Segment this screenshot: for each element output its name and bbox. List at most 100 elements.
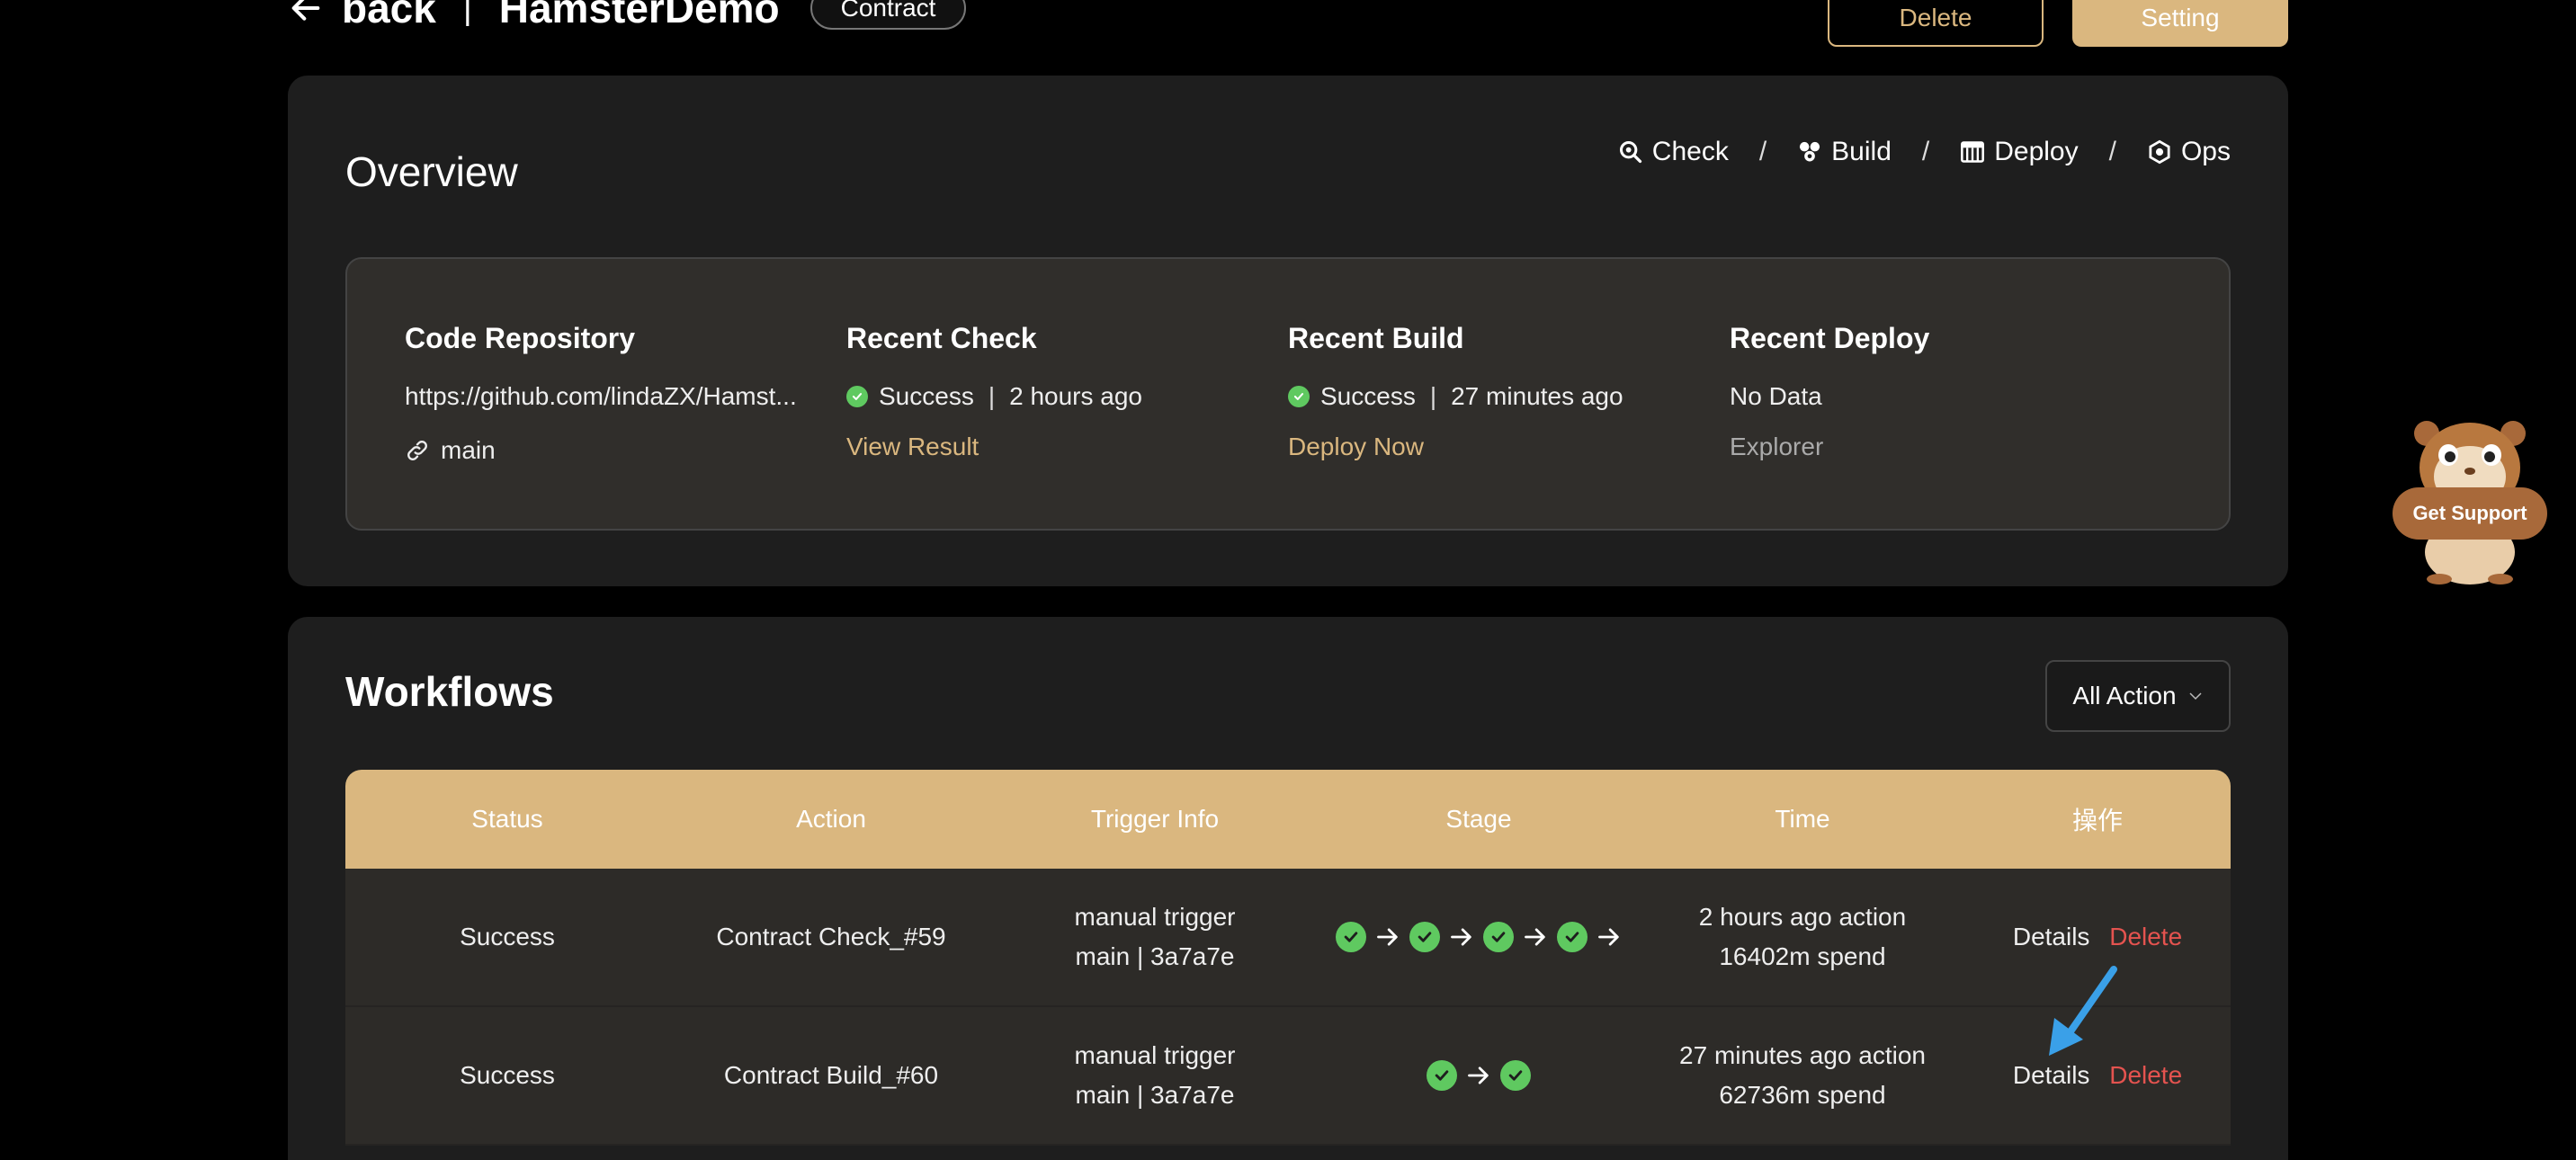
repository-branch: main [405, 433, 846, 468]
recent-check-title: Recent Check [846, 322, 1037, 354]
nav-separator: / [1921, 137, 1930, 166]
row-time: 27 minutes ago action 62736m spend [1641, 1036, 1964, 1115]
recent-deploy-status: No Data [1730, 379, 2171, 415]
project-name: HamsterDemo [498, 0, 780, 31]
delete-row-button[interactable]: Delete [2109, 923, 2182, 950]
recent-build-title: Recent Build [1288, 322, 1464, 354]
nav-ops[interactable]: Ops [2147, 137, 2231, 167]
pointer-arrow-icon [2049, 966, 2117, 1056]
nav-deploy[interactable]: Deploy [1960, 137, 2079, 167]
time-ago: 2 hours ago action [1698, 903, 1907, 931]
column-header-stage: Stage [1445, 805, 1512, 833]
stage-arrow-icon [1468, 1066, 1489, 1084]
row-time: 2 hours ago action 16402m spend [1641, 897, 1964, 977]
recent-build-time: 27 minutes ago [1451, 382, 1623, 410]
recent-deploy-status-text: No Data [1730, 382, 1822, 410]
nav-ops-label: Ops [2180, 137, 2231, 166]
column-header-operations: 操作 [2071, 807, 2123, 834]
stage-nav: Check / Build / Deploy / Ops [1618, 137, 2231, 167]
title-separator: | [462, 0, 472, 27]
row-status: Success [460, 1061, 555, 1089]
success-check-icon [846, 386, 868, 407]
stage-success-icon [1557, 922, 1588, 952]
repository-url[interactable]: https://github.com/lindaZX/Hamst... [405, 379, 846, 415]
back-arrow-icon[interactable] [288, 0, 324, 26]
back-bar: back | HamsterDemo Contract [288, 0, 967, 32]
row-action: Contract Build_#60 [723, 1061, 939, 1089]
nav-build[interactable]: Build [1797, 137, 1892, 167]
view-result-link[interactable]: View Result [846, 433, 1288, 461]
overview-summary: Code Repository https://github.com/linda… [345, 257, 2231, 531]
trigger-type: manual trigger [1074, 903, 1236, 931]
table-header: Status Action Trigger Info Stage Time 操作 [345, 770, 2231, 869]
page-header: back | HamsterDemo Contract Delete Setti… [288, 0, 2288, 47]
row-status: Success [460, 923, 555, 950]
column-header-trigger: Trigger Info [1090, 805, 1220, 833]
ops-icon [2149, 139, 2170, 165]
back-link[interactable]: back [342, 0, 436, 32]
deploy-now-link[interactable]: Deploy Now [1288, 433, 1730, 461]
details-button[interactable]: Details [2013, 1061, 2090, 1089]
row-trigger: manual trigger main | 3a7a7e [993, 1036, 1317, 1115]
setting-button[interactable]: Setting [2072, 0, 2288, 47]
code-repository-title: Code Repository [405, 322, 636, 354]
row-operations: Details Delete [1964, 1061, 2231, 1090]
nav-separator: / [2108, 137, 2116, 166]
recent-check-status: Success | 2 hours ago [846, 379, 1288, 415]
repository-url-text: https://github.com/lindaZX/Hamst... [405, 382, 797, 410]
row-stages [1317, 1060, 1641, 1091]
chevron-down-icon [2189, 692, 2202, 700]
stage-arrow-icon [1377, 928, 1398, 946]
recent-check-section: Recent Check Success | 2 hours ago View … [846, 322, 1288, 529]
success-check-icon [1288, 386, 1310, 407]
recent-deploy-title: Recent Deploy [1730, 322, 1930, 354]
stage-arrow-icon [1598, 928, 1619, 946]
trigger-type: manual trigger [1074, 1041, 1236, 1069]
link-icon [407, 441, 427, 460]
nav-deploy-label: Deploy [1994, 137, 2079, 166]
row-stages [1317, 922, 1641, 952]
nav-check[interactable]: Check [1618, 137, 1729, 167]
trigger-commit: main | 3a7a7e [1075, 942, 1235, 970]
nav-build-label: Build [1831, 137, 1892, 166]
action-filter-value: All Action [2072, 682, 2177, 709]
status-divider: | [988, 382, 996, 410]
nav-separator: / [1758, 137, 1767, 166]
stage-success-icon [1427, 1060, 1457, 1091]
time-spend: 16402m spend [1719, 942, 1886, 970]
workflows-table: Status Action Trigger Info Stage Time 操作… [345, 770, 2231, 1146]
code-repository-section: Code Repository https://github.com/linda… [405, 322, 846, 529]
row-operations: Details Delete [1964, 923, 2231, 951]
table-row: Success Contract Check_#59 manual trigge… [345, 869, 2231, 1007]
recent-build-section: Recent Build Success | 27 minutes ago De… [1288, 322, 1730, 529]
status-divider: | [1429, 382, 1437, 410]
search-icon [1619, 140, 1641, 164]
recent-build-status-text: Success [1320, 382, 1416, 410]
time-spend: 62736m spend [1719, 1081, 1886, 1109]
overview-title: Overview [345, 148, 518, 195]
project-type-tag: Contract [809, 0, 967, 30]
recent-build-status: Success | 27 minutes ago [1288, 379, 1730, 415]
deploy-icon [1961, 141, 1985, 163]
column-header-time: Time [1775, 805, 1830, 833]
stage-success-icon [1336, 922, 1366, 952]
row-action: Contract Check_#59 [716, 923, 946, 950]
nav-check-label: Check [1651, 137, 1729, 166]
time-ago: 27 minutes ago action [1679, 1041, 1926, 1069]
stage-arrow-icon [1525, 928, 1545, 946]
branch-name: main [441, 436, 496, 464]
details-button[interactable]: Details [2013, 923, 2090, 950]
stage-success-icon [1500, 1060, 1531, 1091]
recent-check-status-text: Success [879, 382, 974, 410]
table-row: Success Contract Build_#60 manual trigge… [345, 1007, 2231, 1146]
delete-row-button[interactable]: Delete [2109, 1061, 2182, 1089]
recent-check-time: 2 hours ago [1009, 382, 1142, 410]
column-header-status: Status [471, 805, 543, 833]
action-filter-select[interactable]: All Action [2045, 660, 2231, 732]
row-trigger: manual trigger main | 3a7a7e [993, 897, 1317, 977]
column-header-action: Action [796, 805, 866, 833]
build-icon [1800, 141, 1820, 162]
delete-project-button[interactable]: Delete [1828, 0, 2044, 47]
explorer-link[interactable]: Explorer [1730, 433, 2171, 461]
get-support-button[interactable]: Get Support [2393, 487, 2547, 540]
